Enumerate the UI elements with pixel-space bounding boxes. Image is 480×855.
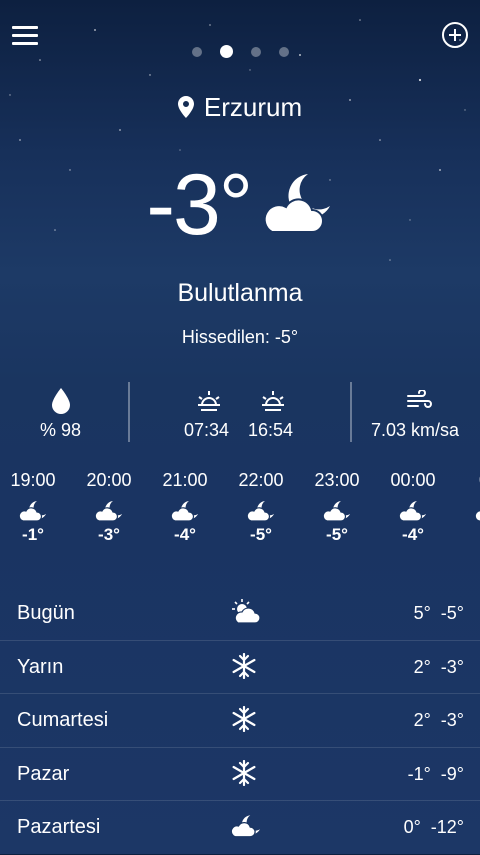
- weather-condition: Bulutlanma: [177, 279, 303, 307]
- day-name: Pazartesi: [17, 816, 101, 838]
- hour-time: 22:00: [238, 470, 284, 490]
- divider: [350, 382, 352, 442]
- snowflake-icon: [232, 652, 256, 679]
- humidity-stat: % 98: [30, 378, 92, 450]
- day-name: Bugün: [17, 602, 75, 624]
- location-name: Erzurum: [203, 92, 303, 122]
- current-temperature-row: -3°: [0, 162, 480, 248]
- day-name: Pazar: [17, 762, 70, 785]
- night-cloudy-icon: [171, 501, 198, 522]
- hour-time: 23:00: [314, 470, 360, 490]
- day-high: 0°: [403, 817, 421, 837]
- sunrise-icon: [198, 391, 220, 411]
- day-high: 5°: [413, 603, 431, 623]
- night-cloudy-icon: [258, 168, 334, 243]
- day-temps: -1° -9°: [398, 764, 464, 785]
- hourly-item: 00:00 -4°: [375, 470, 451, 545]
- day-low: -12°: [430, 817, 464, 837]
- night-cloudy-icon: [475, 510, 480, 522]
- hour-temp: -4°: [402, 525, 424, 544]
- night-cloudy-icon: [95, 501, 122, 522]
- hour-temp: -1°: [22, 525, 44, 544]
- day-low: -3°: [440, 710, 464, 730]
- snowflake-icon: [232, 759, 256, 786]
- location-pin-icon: [177, 96, 194, 118]
- sunset-stat: 16:54: [246, 378, 306, 450]
- hour-temp: -5°: [326, 525, 348, 544]
- night-cloudy-icon: [399, 501, 426, 522]
- page-dot[interactable]: [191, 47, 202, 57]
- hour-temp: -4°: [174, 525, 196, 544]
- daily-row[interactable]: Pazartesi 0° -12°: [0, 801, 480, 855]
- wind-speed: 7.03 km/sa: [371, 420, 460, 440]
- day-name: Cumartesi: [17, 709, 109, 731]
- day-temps: 2° -3°: [404, 710, 464, 731]
- feels-like: Hissedilen: -5°: [181, 327, 299, 347]
- hourly-item: 22:00 -5°: [223, 470, 299, 545]
- daily-forecast: Bugün 5° -5° Yarın 2° -3° Cumartesi 2° -3° …: [0, 587, 480, 855]
- current-temperature: -3°: [146, 157, 253, 253]
- humidity-value: % 98: [40, 420, 82, 440]
- page-dot[interactable]: [278, 47, 289, 57]
- day-high: -1°: [407, 763, 431, 784]
- hourly-item: 23:00 -5°: [299, 470, 375, 545]
- hourly-item: 01: [451, 470, 480, 525]
- day-temps: 2° -3°: [404, 657, 464, 678]
- sunrise-time: 07:34: [184, 420, 230, 440]
- page-dot-active[interactable]: [219, 45, 233, 58]
- day-temps: 0° -12°: [394, 817, 464, 838]
- humidity-drop-icon: [52, 388, 70, 414]
- day-low: -3°: [440, 656, 464, 677]
- daily-row[interactable]: Bugün 5° -5°: [0, 587, 480, 641]
- night-cloudy-icon: [19, 501, 46, 522]
- daily-row[interactable]: Yarın 2° -3°: [0, 641, 480, 694]
- snowflake-icon: [232, 706, 256, 732]
- daily-row[interactable]: Cumartesi 2° -3°: [0, 694, 480, 748]
- hourly-item: 19:00 -1°: [0, 470, 71, 545]
- hour-time: 01: [451, 470, 480, 491]
- stats-row: % 98 07:34 16:54 7.03 km/sa: [0, 378, 480, 450]
- wind-icon: [407, 390, 432, 408]
- sunrise-stat: 07:34: [180, 378, 240, 450]
- day-high: 2°: [413, 710, 431, 730]
- hourly-item: 21:00 -4°: [147, 470, 223, 545]
- hour-temp: -5°: [250, 525, 272, 544]
- wind-stat: 7.03 km/sa: [366, 378, 470, 450]
- partly-cloudy-icon: [232, 599, 261, 624]
- hour-temp: -3°: [98, 525, 120, 544]
- night-cloudy-icon: [247, 501, 274, 522]
- hour-time: 21:00: [162, 470, 208, 490]
- hour-time: 20:00: [86, 470, 132, 490]
- location-title: Erzurum: [0, 92, 480, 123]
- sunset-time: 16:54: [248, 420, 294, 440]
- hour-time: 00:00: [390, 470, 436, 490]
- page-indicator: [0, 45, 480, 58]
- daily-row[interactable]: Pazar -1° -9°: [0, 748, 480, 801]
- day-name: Yarın: [17, 655, 64, 678]
- day-high: 2°: [413, 656, 431, 677]
- sunset-icon: [262, 391, 284, 411]
- hourly-forecast[interactable]: 19:00 -1° 20:00 -3° 21:00 -4° 22:00 -5° …: [0, 470, 480, 570]
- day-low: -5°: [440, 603, 464, 623]
- night-cloudy-icon: [323, 501, 350, 522]
- page-dot[interactable]: [250, 47, 261, 57]
- hour-time: 19:00: [10, 470, 56, 490]
- divider: [128, 382, 130, 442]
- day-temps: 5° -5°: [404, 603, 464, 624]
- hourly-item: 20:00 -3°: [71, 470, 147, 545]
- day-low: -9°: [440, 763, 464, 784]
- night-cloudy-icon: [231, 815, 260, 838]
